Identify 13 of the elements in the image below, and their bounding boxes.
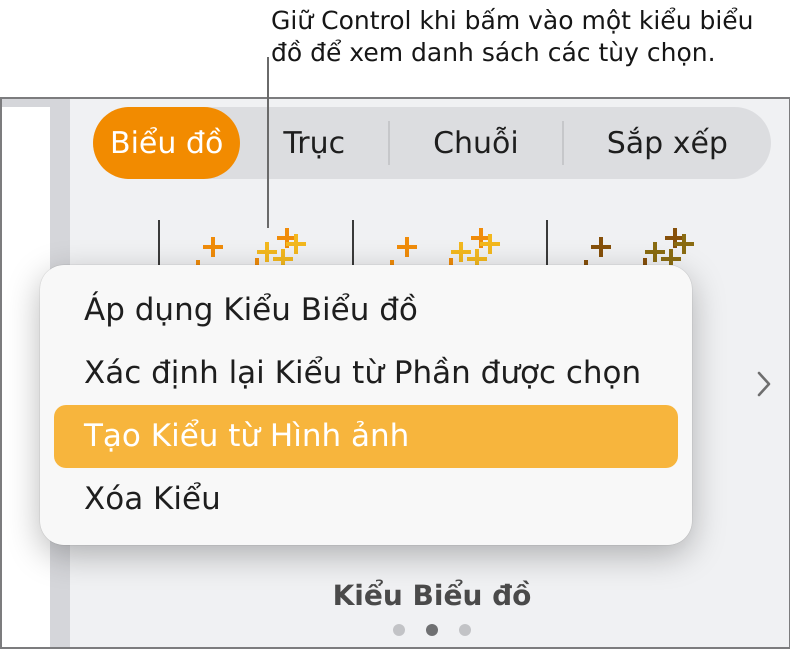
scatter-chart-drawing[interactable] [543,218,695,265]
menu-item[interactable]: Xác định lại Kiểu từ Phần được chọn [54,342,678,405]
tab[interactable]: Trục [240,107,388,179]
page-dot[interactable] [459,624,471,636]
section-title: Kiểu Biểu đồ [332,579,532,613]
page-dot[interactable] [426,624,438,636]
tab[interactable]: Chuỗi [390,107,562,179]
callout-text: Giữ Control khi bấm vào một kiểu biểu đồ để xem danh sách các tùy chọn. [271,5,755,69]
menu-item[interactable]: Xóa Kiểu [54,468,678,531]
tab[interactable]: Sắp xếp [564,107,771,179]
chevron-right-icon[interactable] [757,371,771,397]
menu-item[interactable]: Áp dụng Kiểu Biểu đồ [54,279,678,342]
page-dot[interactable] [393,624,405,636]
